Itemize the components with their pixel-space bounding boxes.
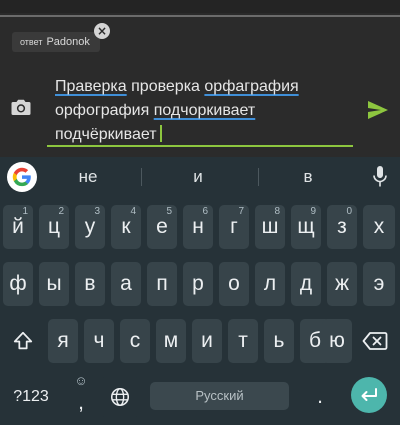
keyboard: 1й 2ц 3у 4к 5е 6н 7г 8ш 9щ 0з х ф ы в а … <box>0 197 400 425</box>
key-label: х <box>373 215 385 238</box>
key-ю[interactable]: ю <box>322 319 352 363</box>
key-в[interactable]: в <box>75 262 105 306</box>
message-word: подчёркивает <box>55 126 157 143</box>
symbols-key[interactable]: ?123 <box>3 375 59 419</box>
top-bar <box>0 0 400 13</box>
key-я[interactable]: я <box>48 319 78 363</box>
key-ы[interactable]: ы <box>39 262 69 306</box>
key-х[interactable]: х <box>363 205 395 249</box>
message-word: орфография <box>55 102 150 119</box>
text-cursor <box>159 125 162 142</box>
message-line-1: Праверка проверка орфаграфия <box>55 75 355 99</box>
camera-icon[interactable] <box>9 95 33 119</box>
key-к[interactable]: 4к <box>111 205 141 249</box>
key-т[interactable]: т <box>228 319 258 363</box>
enter-icon[interactable] <box>351 377 387 413</box>
globe-icon[interactable] <box>103 375 137 419</box>
key-hint: 5 <box>166 206 172 217</box>
mic-icon[interactable] <box>372 165 388 189</box>
key-label: й <box>12 215 24 238</box>
key-hint: 7 <box>238 206 244 217</box>
key-с[interactable]: с <box>120 319 150 363</box>
key-ц[interactable]: 2ц <box>39 205 69 249</box>
key-label: е <box>156 215 168 238</box>
key-а[interactable]: а <box>111 262 141 306</box>
key-ь[interactable]: ь <box>264 319 294 363</box>
message-line-2: орфография подчоркивает <box>55 99 355 123</box>
misspelled-word[interactable]: Праверка <box>55 78 127 95</box>
suggestion-2[interactable]: и <box>158 157 238 197</box>
key-е[interactable]: 5е <box>147 205 177 249</box>
key-hint: 9 <box>310 206 316 217</box>
key-д[interactable]: д <box>291 262 321 306</box>
period-key[interactable]: . <box>300 375 340 419</box>
key-label: ц <box>47 215 61 238</box>
message-word: проверка <box>131 78 200 95</box>
suggestion-divider <box>141 168 142 186</box>
key-hint: 3 <box>94 206 100 217</box>
key-э[interactable]: э <box>363 262 395 306</box>
comma-label: , <box>78 391 84 414</box>
message-input[interactable]: Праверка проверка орфаграфия орфография … <box>55 75 355 147</box>
key-л[interactable]: л <box>255 262 285 306</box>
key-р[interactable]: р <box>183 262 213 306</box>
suggestion-divider <box>258 168 259 186</box>
key-hint: 1 <box>22 206 28 217</box>
misspelled-word[interactable]: подчоркивает <box>154 102 256 119</box>
key-н[interactable]: 6н <box>183 205 213 249</box>
key-ч[interactable]: ч <box>84 319 114 363</box>
key-label: у <box>84 215 96 238</box>
input-underline <box>47 145 353 147</box>
key-й[interactable]: 1й <box>3 205 33 249</box>
reply-chip: ответ Padonok <box>12 32 100 52</box>
key-щ[interactable]: 9щ <box>291 205 321 249</box>
close-icon[interactable]: × <box>94 23 110 39</box>
backspace-icon[interactable] <box>355 319 395 363</box>
reply-prefix: ответ <box>20 37 43 47</box>
key-label: н <box>192 215 204 238</box>
emoji-comma-key[interactable]: ☺ , <box>64 374 98 419</box>
compose-area: ответ Padonok × Праверка проверка орфагр… <box>0 17 400 157</box>
space-key[interactable]: Русский <box>150 382 289 410</box>
key-hint: 8 <box>274 206 280 217</box>
key-hint: 4 <box>130 206 136 217</box>
key-label: к <box>121 215 131 238</box>
key-и[interactable]: и <box>192 319 222 363</box>
key-label: ш <box>261 215 279 238</box>
key-ш[interactable]: 8ш <box>255 205 285 249</box>
reply-name: Padonok <box>46 36 90 48</box>
google-icon[interactable] <box>7 162 37 192</box>
key-hint: 0 <box>346 206 352 217</box>
suggestion-strip: не и в <box>0 157 400 197</box>
key-ж[interactable]: ж <box>327 262 357 306</box>
key-label: г <box>230 215 238 238</box>
key-з[interactable]: 0з <box>327 205 357 249</box>
misspelled-word[interactable]: орфаграфия <box>204 78 298 95</box>
key-ф[interactable]: ф <box>3 262 33 306</box>
key-о[interactable]: о <box>219 262 249 306</box>
message-line-3: подчёркивает <box>55 123 355 147</box>
key-г[interactable]: 7г <box>219 205 249 249</box>
send-icon[interactable] <box>366 99 390 121</box>
key-п[interactable]: п <box>147 262 177 306</box>
shift-icon[interactable] <box>3 319 43 363</box>
key-label: щ <box>297 215 315 238</box>
key-label: з <box>337 215 347 238</box>
key-у[interactable]: 3у <box>75 205 105 249</box>
key-hint: 2 <box>58 206 64 217</box>
key-м[interactable]: м <box>156 319 186 363</box>
key-hint: 6 <box>202 206 208 217</box>
suggestion-3[interactable]: в <box>268 157 348 197</box>
suggestion-1[interactable]: не <box>48 157 128 197</box>
